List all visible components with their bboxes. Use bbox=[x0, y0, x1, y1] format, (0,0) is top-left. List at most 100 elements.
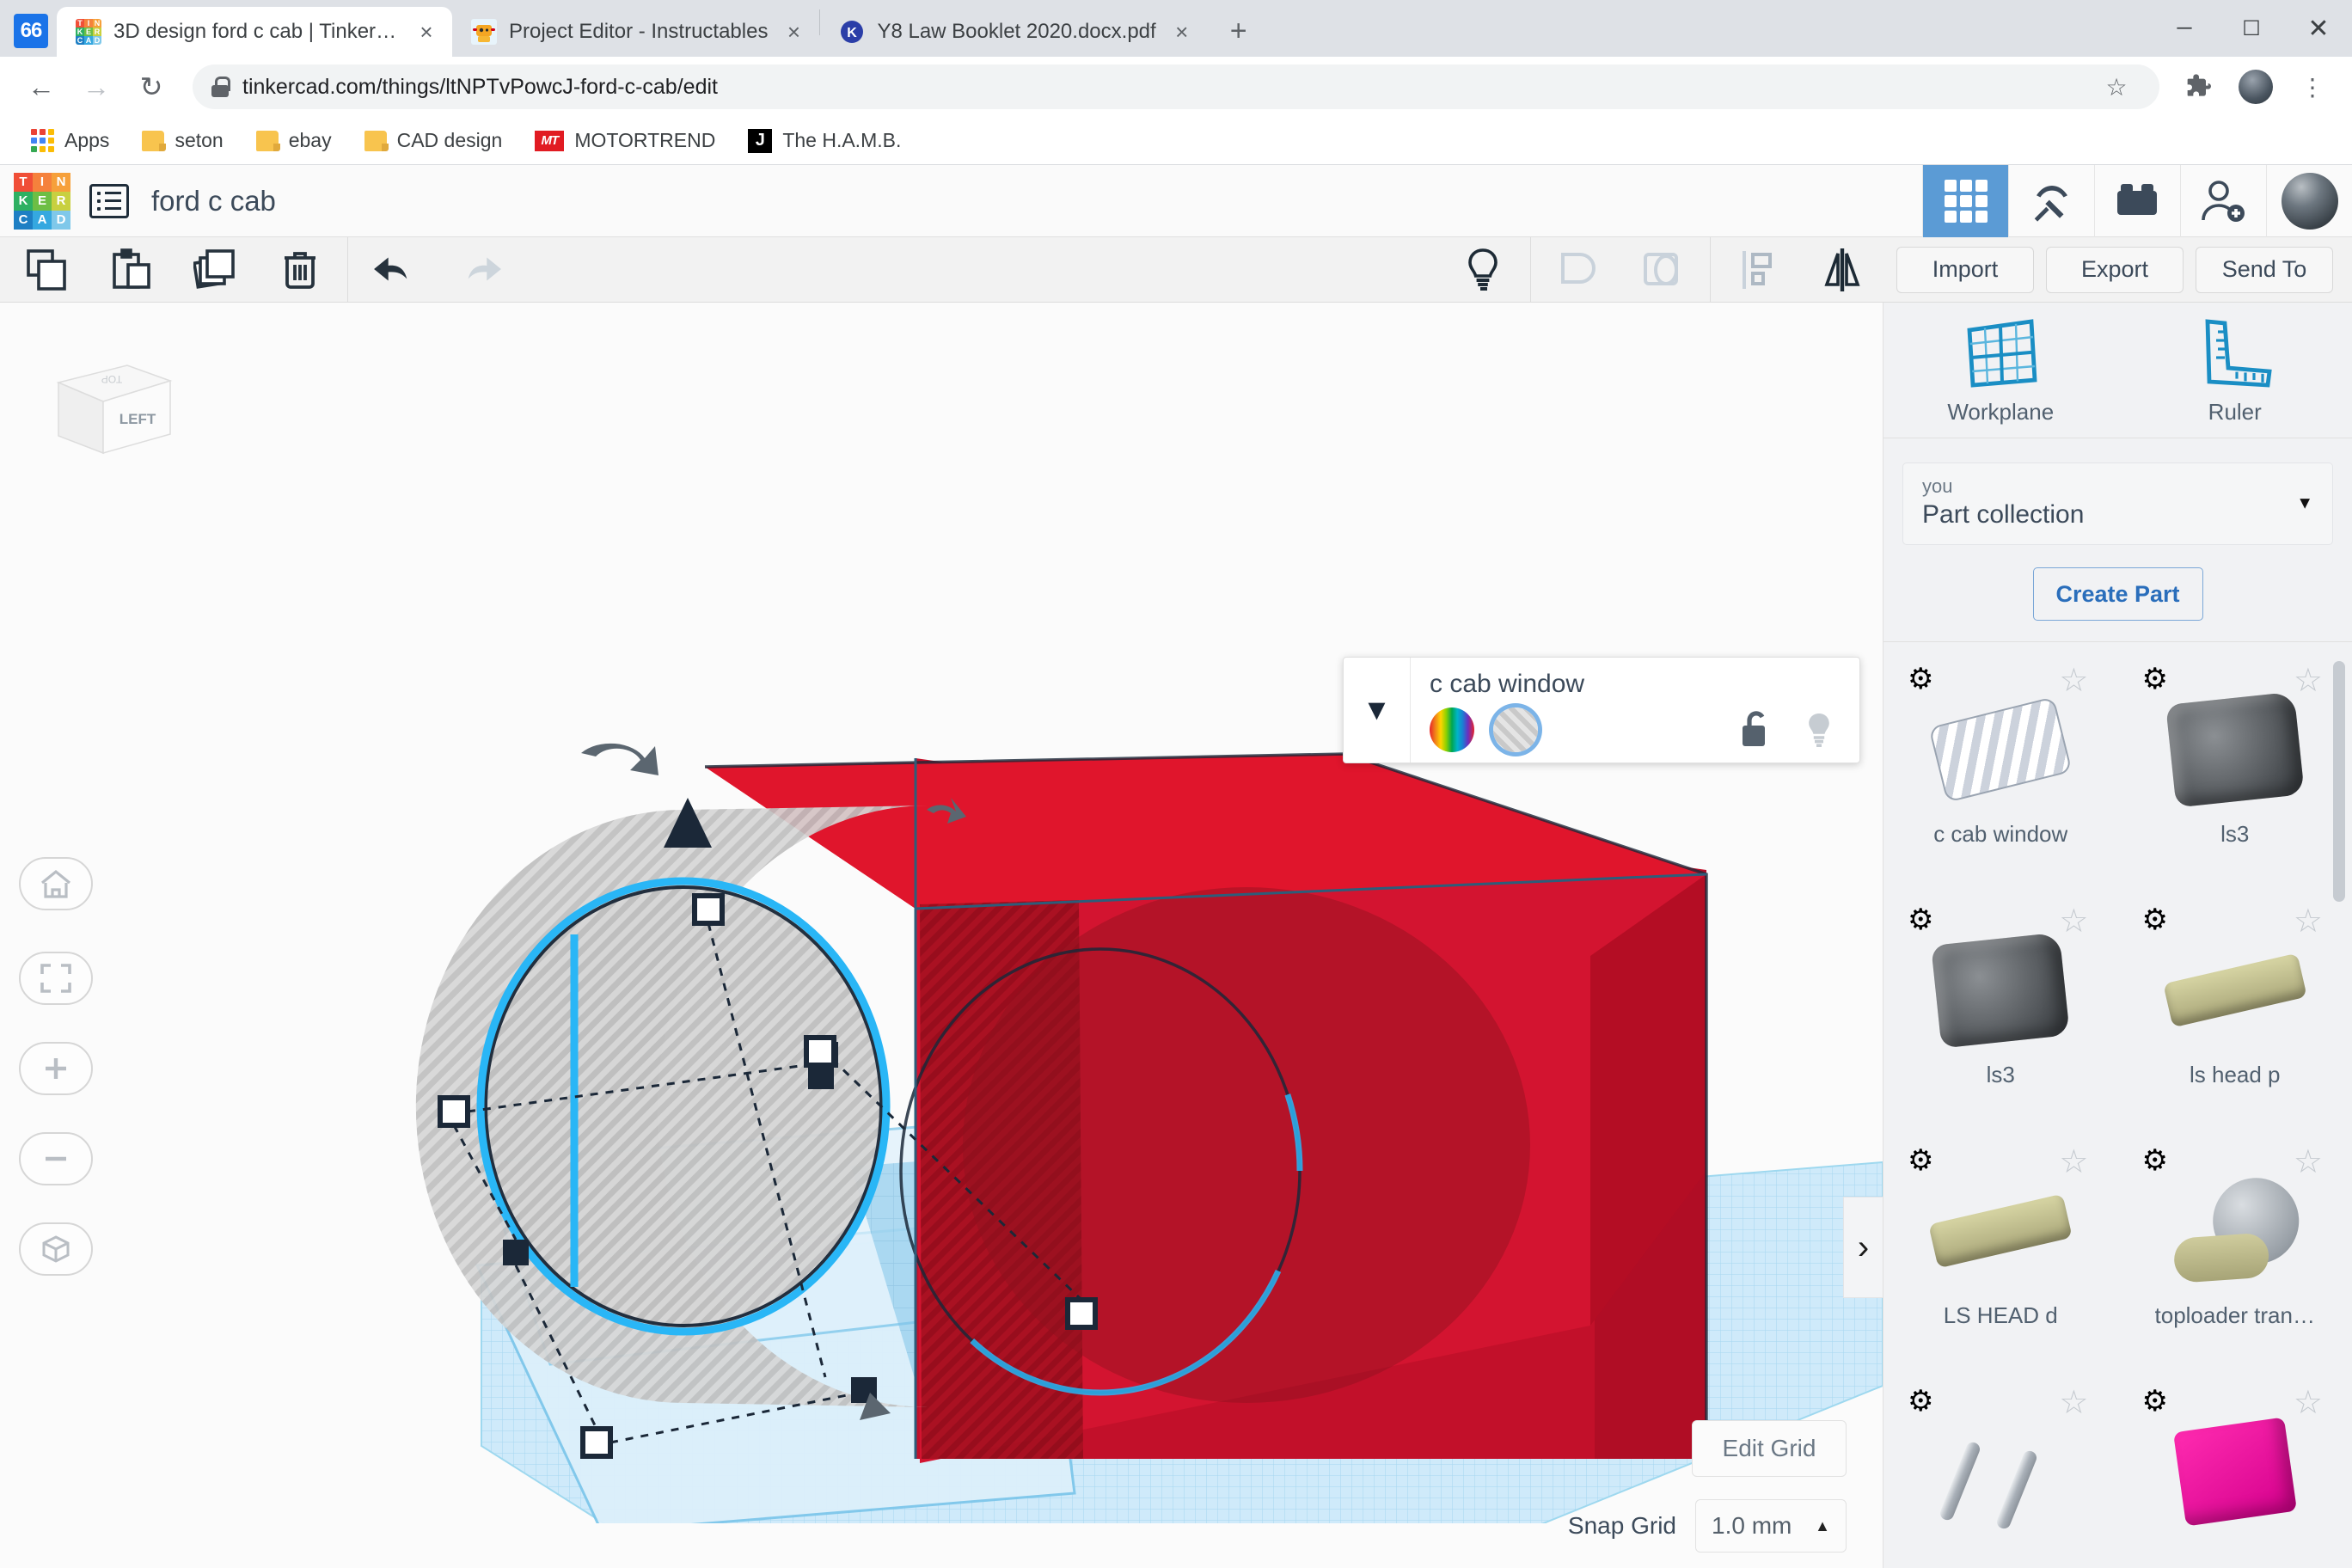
grid-view-button[interactable] bbox=[1922, 164, 2008, 237]
hole-swatch[interactable] bbox=[1493, 707, 1538, 752]
bookmark-hamb[interactable]: J The H.A.M.B. bbox=[736, 124, 913, 158]
tab-instructables[interactable]: Project Editor - Instructables × bbox=[452, 7, 819, 57]
profile-badge[interactable]: 66 bbox=[14, 14, 48, 48]
bookmark-label: The H.A.M.B. bbox=[782, 129, 902, 151]
favorite-star-icon[interactable]: ☆ bbox=[2294, 905, 2323, 938]
favorite-star-icon[interactable]: ☆ bbox=[2294, 1387, 2323, 1419]
object-properties-panel[interactable]: ▼ c cab window bbox=[1343, 657, 1860, 763]
snap-grid-select[interactable]: 1.0 mm ▲ bbox=[1695, 1499, 1847, 1553]
create-part-button[interactable]: Create Part bbox=[2032, 567, 2203, 621]
zoom-out-button[interactable] bbox=[19, 1132, 93, 1185]
browser-menu-icon[interactable]: ⋮ bbox=[2288, 63, 2337, 111]
bookmark-label: seton bbox=[175, 129, 224, 151]
redo-button[interactable] bbox=[438, 237, 522, 303]
favorite-star-icon[interactable]: ☆ bbox=[2294, 665, 2323, 697]
pickaxe-button[interactable] bbox=[2008, 164, 2094, 237]
reload-icon[interactable]: ↻ bbox=[126, 61, 177, 113]
ortho-perspective-button[interactable] bbox=[19, 1222, 93, 1276]
account-avatar[interactable] bbox=[2266, 164, 2352, 237]
extensions-icon[interactable] bbox=[2175, 63, 2223, 111]
bookmark-seton[interactable]: seton bbox=[130, 124, 235, 157]
part-collection-select[interactable]: you Part collection ▼ bbox=[1902, 462, 2333, 545]
bookmark-apps[interactable]: Apps bbox=[19, 124, 121, 157]
part-card[interactable]: ⚙ ☆ c cab window bbox=[1883, 649, 2118, 890]
panel-collapse-toggle[interactable]: ▼ bbox=[1344, 658, 1411, 763]
bookmark-ebay[interactable]: ebay bbox=[244, 124, 344, 157]
project-list-icon[interactable] bbox=[89, 183, 129, 218]
tab-close-icon[interactable]: × bbox=[1168, 18, 1196, 46]
part-card[interactable]: ⚙ ☆ bbox=[1883, 1371, 2118, 1568]
address-bar[interactable]: tinkercad.com/things/ltNPTvPowcJ-ford-c-… bbox=[193, 64, 2159, 109]
tab-tinkercad[interactable]: TIN KER CAD 3D design ford c cab | Tinke… bbox=[57, 7, 452, 57]
new-tab-button[interactable]: + bbox=[1216, 9, 1261, 53]
page-title[interactable]: ford c cab bbox=[151, 185, 276, 217]
gear-icon[interactable]: ⚙ bbox=[2142, 905, 2168, 934]
kami-favicon-icon: K bbox=[839, 19, 865, 45]
bookmark-cad-design[interactable]: CAD design bbox=[352, 124, 515, 157]
tab-close-icon[interactable]: × bbox=[413, 18, 440, 46]
send-to-button[interactable]: Send To bbox=[2196, 246, 2333, 293]
minimize-button[interactable]: ─ bbox=[2151, 0, 2218, 57]
duplicate-button[interactable] bbox=[174, 237, 258, 303]
invite-button[interactable] bbox=[2180, 164, 2266, 237]
workplane-tool[interactable]: Workplane bbox=[1883, 303, 2118, 438]
favorite-star-icon[interactable]: ☆ bbox=[2059, 1387, 2088, 1419]
lightbulb-icon[interactable] bbox=[1803, 710, 1835, 750]
part-card[interactable]: ⚙ ☆ bbox=[2118, 1371, 2352, 1568]
gear-icon[interactable]: ⚙ bbox=[2142, 1146, 2168, 1175]
part-card[interactable]: ⚙ ☆ ls3 bbox=[2118, 649, 2352, 890]
tinkercad-logo[interactable]: TIN KER CAD bbox=[14, 172, 70, 230]
gear-icon[interactable]: ⚙ bbox=[1908, 905, 1933, 934]
delete-button[interactable] bbox=[258, 237, 342, 303]
group-button[interactable] bbox=[1536, 237, 1620, 303]
back-icon[interactable]: ← bbox=[15, 61, 67, 113]
undo-button[interactable] bbox=[353, 237, 438, 303]
tab-close-icon[interactable]: × bbox=[780, 18, 807, 46]
unlocked-padlock-icon[interactable] bbox=[1739, 710, 1773, 750]
color-swatch-multicolor[interactable] bbox=[1430, 707, 1474, 752]
edit-grid-button[interactable]: Edit Grid bbox=[1692, 1420, 1847, 1477]
3d-scene[interactable] bbox=[0, 303, 1883, 1523]
align-button[interactable] bbox=[1716, 237, 1800, 303]
favorite-star-icon[interactable]: ☆ bbox=[2059, 665, 2088, 697]
gear-icon[interactable]: ⚙ bbox=[1908, 1387, 1933, 1416]
parts-scrollbar[interactable] bbox=[2333, 661, 2345, 902]
light-button[interactable] bbox=[1441, 237, 1525, 303]
export-button[interactable]: Export bbox=[2046, 246, 2184, 293]
bookmark-star-icon[interactable]: ☆ bbox=[2092, 63, 2141, 111]
favorite-star-icon[interactable]: ☆ bbox=[2059, 1146, 2088, 1179]
ruler-tool[interactable]: Ruler bbox=[2118, 303, 2352, 438]
favorite-star-icon[interactable]: ☆ bbox=[2059, 905, 2088, 938]
apps-grid-icon bbox=[31, 129, 54, 152]
view-cube[interactable]: LEFT TOP bbox=[33, 350, 179, 479]
part-card[interactable]: ⚙ ☆ toploader tran… bbox=[2118, 1130, 2352, 1371]
part-card[interactable]: ⚙ ☆ ls3 bbox=[1883, 890, 2118, 1130]
bookmark-motortrend[interactable]: MT MOTORTREND bbox=[523, 124, 727, 157]
part-card[interactable]: ⚙ ☆ ls head p bbox=[2118, 890, 2352, 1130]
tab-pdf[interactable]: K Y8 Law Booklet 2020.docx.pdf × bbox=[820, 7, 1207, 57]
blocks-button[interactable] bbox=[2094, 164, 2180, 237]
fit-view-button[interactable] bbox=[19, 952, 93, 1005]
3d-viewport[interactable]: LEFT TOP › ▼ c cab window Edit Grid Snap… bbox=[0, 303, 1883, 1568]
copy-button[interactable] bbox=[5, 237, 89, 303]
close-window-button[interactable]: ✕ bbox=[2285, 0, 2352, 57]
part-card[interactable]: ⚙ ☆ LS HEAD d bbox=[1883, 1130, 2118, 1371]
zoom-in-button[interactable] bbox=[19, 1042, 93, 1095]
import-button[interactable]: Import bbox=[1896, 246, 2034, 293]
maximize-button[interactable]: ☐ bbox=[2218, 0, 2285, 57]
gear-icon[interactable]: ⚙ bbox=[2142, 1387, 2168, 1416]
grid-icon bbox=[1944, 179, 1988, 223]
paste-button[interactable] bbox=[89, 237, 174, 303]
home-view-button[interactable] bbox=[19, 857, 93, 910]
gear-icon[interactable]: ⚙ bbox=[2142, 665, 2168, 694]
gear-icon[interactable]: ⚙ bbox=[1908, 665, 1933, 694]
profile-avatar-icon[interactable] bbox=[2232, 63, 2280, 111]
app-main: LEFT TOP › ▼ c cab window Edit Grid Snap… bbox=[0, 303, 2352, 1568]
mirror-button[interactable] bbox=[1800, 237, 1884, 303]
parts-grid-container[interactable]: ⚙ ☆ c cab window ⚙ ☆ ls3 ⚙ ☆ ls3 ⚙ ☆ ls … bbox=[1883, 642, 2352, 1568]
favorite-star-icon[interactable]: ☆ bbox=[2294, 1146, 2323, 1179]
gear-icon[interactable]: ⚙ bbox=[1908, 1146, 1933, 1175]
collapse-panel-button[interactable]: › bbox=[1843, 1197, 1883, 1298]
ungroup-button[interactable] bbox=[1620, 237, 1705, 303]
forward-icon[interactable]: → bbox=[70, 61, 122, 113]
